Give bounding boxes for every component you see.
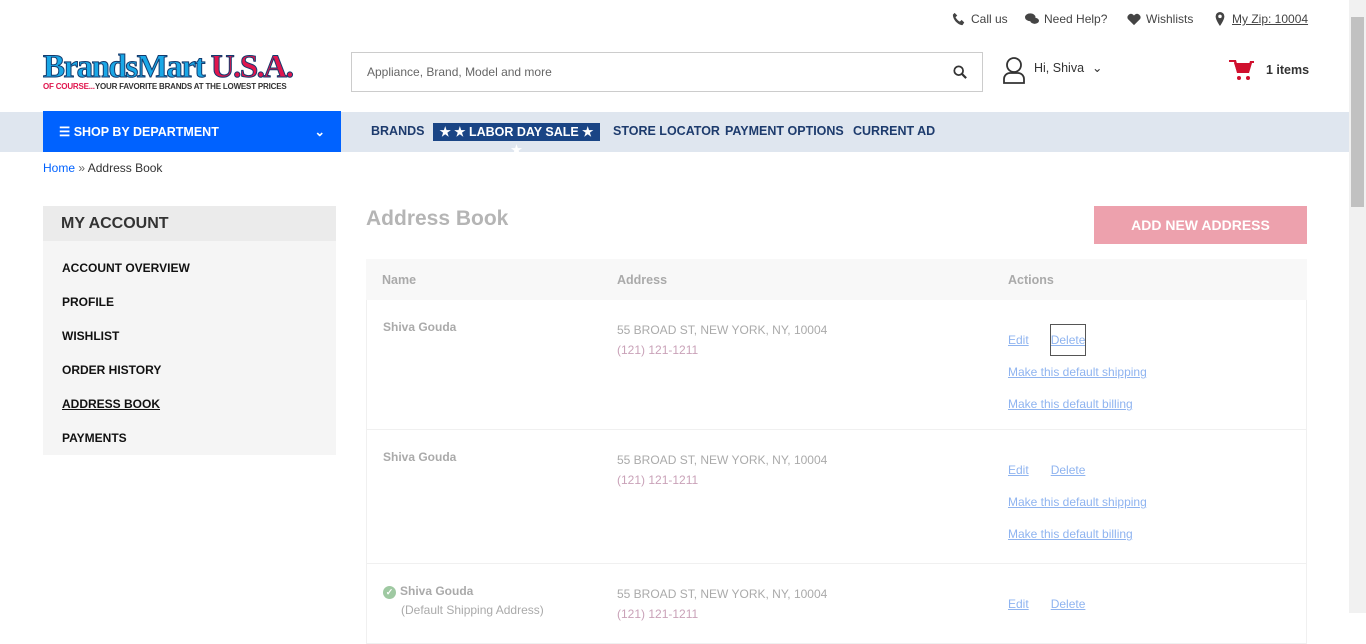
delete-link[interactable]: Delete (1051, 463, 1086, 477)
nav-store-locator[interactable]: STORE LOCATOR (613, 124, 720, 138)
breadcrumb: Home » Address Book (43, 161, 163, 175)
sidebar-title: MY ACCOUNT (43, 206, 336, 241)
default-shipping-link[interactable]: Make this default shipping (1008, 365, 1147, 379)
nav-labor-day-sale[interactable]: ★ ★ LABOR DAY SALE ★ ★ (433, 123, 600, 157)
nav-current-ad[interactable]: CURRENT AD (853, 124, 935, 138)
sidebar-item-address-book[interactable]: ADDRESS BOOK (43, 387, 336, 421)
default-billing-link[interactable]: Make this default billing (1008, 397, 1133, 411)
zip-link[interactable]: My Zip: 10004 (1213, 12, 1308, 26)
sidebar-item-order-history[interactable]: ORDER HISTORY (43, 353, 336, 387)
map-pin-icon (1215, 12, 1225, 26)
menu-icon: ☰ (59, 125, 74, 139)
account-menu[interactable]: Hi, Shiva ⌄ (1002, 56, 1103, 84)
table-row: Shiva Gouda 55 BROAD ST, NEW YORK, NY, 1… (366, 300, 1307, 430)
logo[interactable]: BrandsMart U.S.A. OF COURSE...YOUR FAVOR… (43, 50, 308, 94)
add-new-address-button[interactable]: ADD NEW ADDRESS (1094, 206, 1307, 244)
scrollbar-thumb[interactable] (1351, 17, 1364, 207)
table-row: ✓ Shiva Gouda (Default Shipping Address) 5… (366, 564, 1307, 644)
page-title: Address Book (366, 207, 509, 230)
wishlists-link[interactable]: Wishlists (1127, 12, 1193, 26)
search-icon[interactable] (953, 65, 967, 79)
edit-link[interactable]: Edit (1008, 597, 1029, 611)
default-billing-link[interactable]: Make this default billing (1008, 527, 1133, 541)
call-us-link[interactable]: Call us (952, 12, 1008, 26)
cart-button[interactable]: 1 items (1229, 59, 1309, 81)
table-header: Name Address Actions (366, 259, 1307, 300)
chevron-down-icon: ⌄ (1092, 60, 1103, 75)
account-sidebar: MY ACCOUNT ACCOUNT OVERVIEW PROFILE WISH… (43, 206, 336, 455)
chevron-down-icon: ⌄ (314, 125, 325, 139)
phone-icon (952, 12, 965, 26)
nav-brands[interactable]: BRANDS (371, 124, 424, 138)
default-shipping-link[interactable]: Make this default shipping (1008, 495, 1147, 509)
heart-icon (1127, 13, 1141, 26)
sidebar-item-payments[interactable]: PAYMENTS (43, 421, 336, 455)
cart-icon (1229, 60, 1254, 80)
delete-link[interactable]: Delete (1049, 324, 1087, 356)
check-circle-icon: ✓ (383, 586, 396, 599)
nav-payment-options[interactable]: PAYMENT OPTIONS (725, 124, 844, 138)
table-row: Shiva Gouda 55 BROAD ST, NEW YORK, NY, 1… (366, 430, 1307, 564)
edit-link[interactable]: Edit (1008, 463, 1029, 477)
shop-by-department-button[interactable]: ☰ SHOP BY DEPARTMENT ⌄ (43, 111, 341, 152)
sidebar-item-account-overview[interactable]: ACCOUNT OVERVIEW (43, 251, 336, 285)
search-input[interactable]: Appliance, Brand, Model and more (351, 52, 983, 92)
edit-link[interactable]: Edit (1008, 333, 1029, 347)
delete-link[interactable]: Delete (1051, 597, 1086, 611)
breadcrumb-home[interactable]: Home (43, 161, 75, 175)
chat-icon (1025, 13, 1039, 24)
sidebar-item-wishlist[interactable]: WISHLIST (43, 319, 336, 353)
need-help-link[interactable]: Need Help? (1025, 12, 1107, 26)
sidebar-item-profile[interactable]: PROFILE (43, 285, 336, 319)
user-icon (1003, 57, 1025, 84)
